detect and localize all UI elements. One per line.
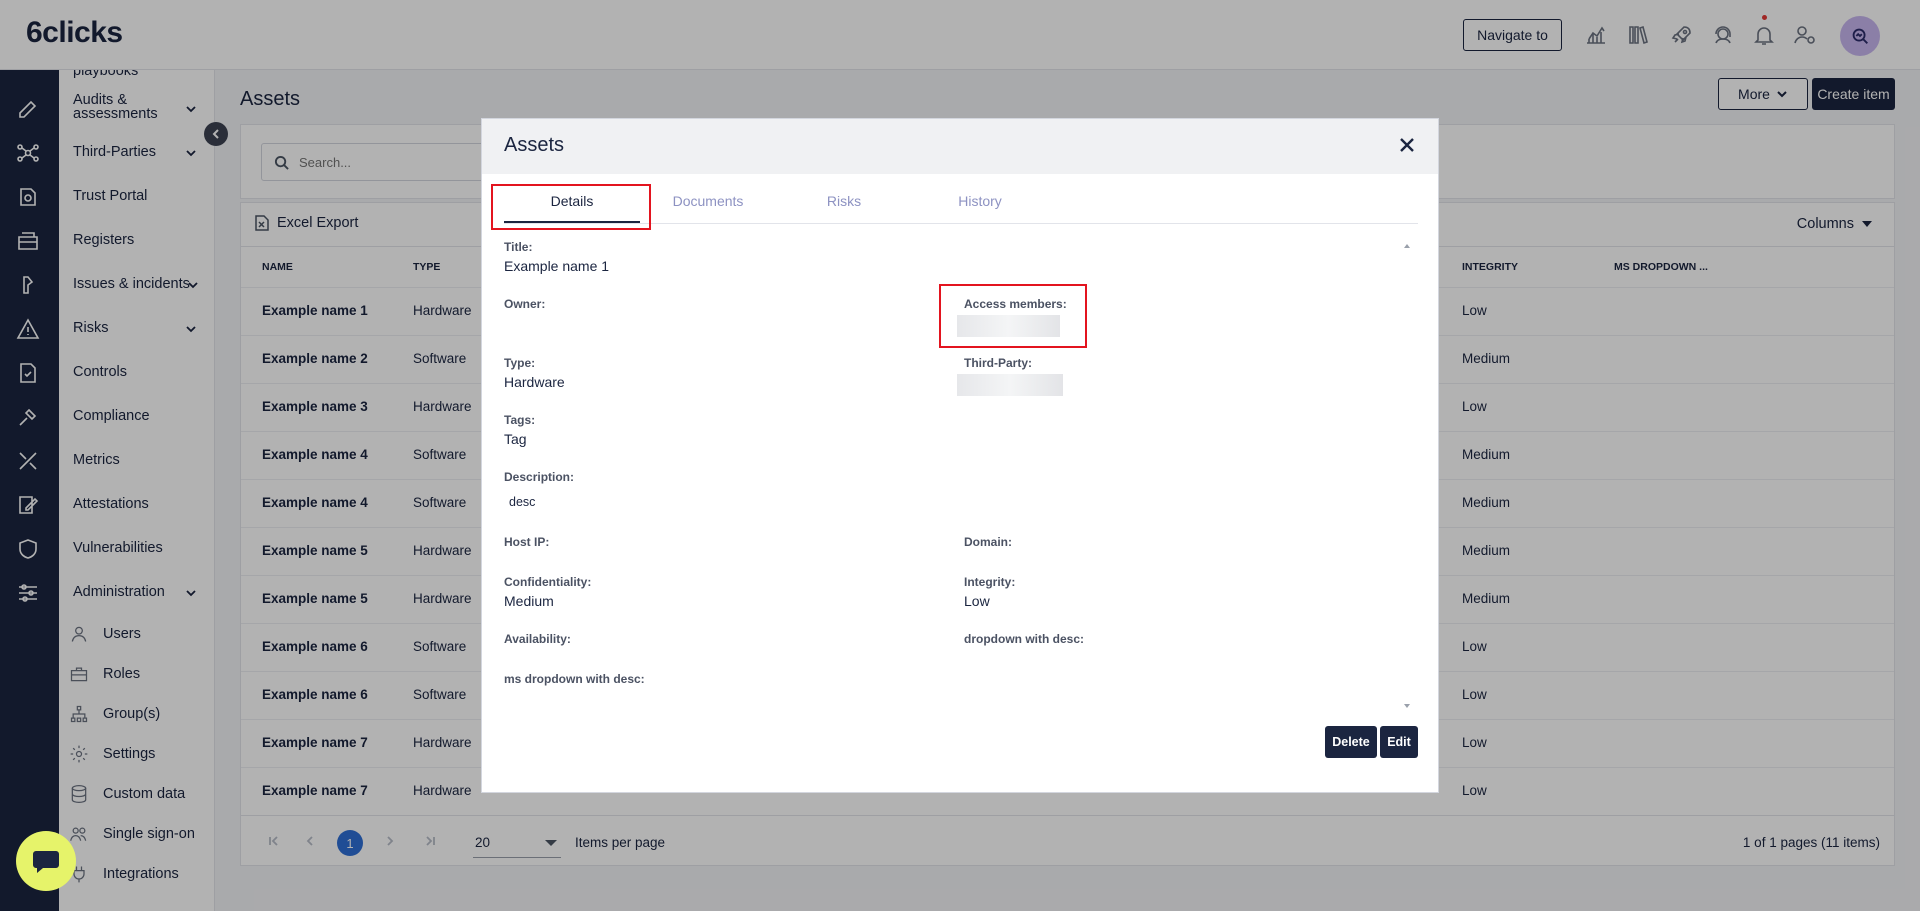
chat-button[interactable] [16,831,76,891]
owner-label: Owner: [504,297,546,311]
asset-details-dialog: Assets Details Documents Risks History T… [481,118,1439,793]
tags-value: Tag [504,431,527,447]
integrity-value: Low [964,593,990,609]
title-label: Title: [504,240,533,254]
dialog-title: Assets [504,134,565,156]
edit-button[interactable]: Edit [1380,726,1418,758]
integrity-label: Integrity: [964,575,1016,589]
third-party-value [957,374,1063,396]
host-ip-label: Host IP: [504,535,550,549]
tags-label: Tags: [504,413,536,427]
type-value: Hardware [504,374,565,390]
tab-documents[interactable]: Documents [640,193,776,209]
description-label: Description: [504,470,575,484]
access-members-label: Access members: [964,297,1067,311]
chat-bubble-icon [33,851,59,873]
availability-label: Availability: [504,632,571,646]
access-members-value [957,315,1060,337]
confidentiality-label: Confidentiality: [504,575,592,589]
close-icon[interactable] [1398,136,1418,156]
ms-dropdown-with-desc-label: ms dropdown with desc: [504,672,645,686]
description-value: desc [509,495,536,509]
domain-label: Domain: [964,535,1012,549]
dialog-header: Assets [482,119,1438,174]
details-tab-highlight [491,184,651,230]
delete-button[interactable]: Delete [1325,726,1377,758]
scroll-down-icon[interactable] [1404,704,1410,708]
dropdown-with-desc-label: dropdown with desc: [964,632,1084,646]
confidentiality-value: Medium [504,593,554,609]
title-value: Example name 1 [504,258,610,274]
tab-risks[interactable]: Risks [776,193,912,209]
tab-history[interactable]: History [912,193,1048,209]
third-party-label: Third-Party: [964,356,1033,370]
type-label: Type: [504,356,536,370]
scroll-up-icon[interactable] [1404,244,1410,248]
